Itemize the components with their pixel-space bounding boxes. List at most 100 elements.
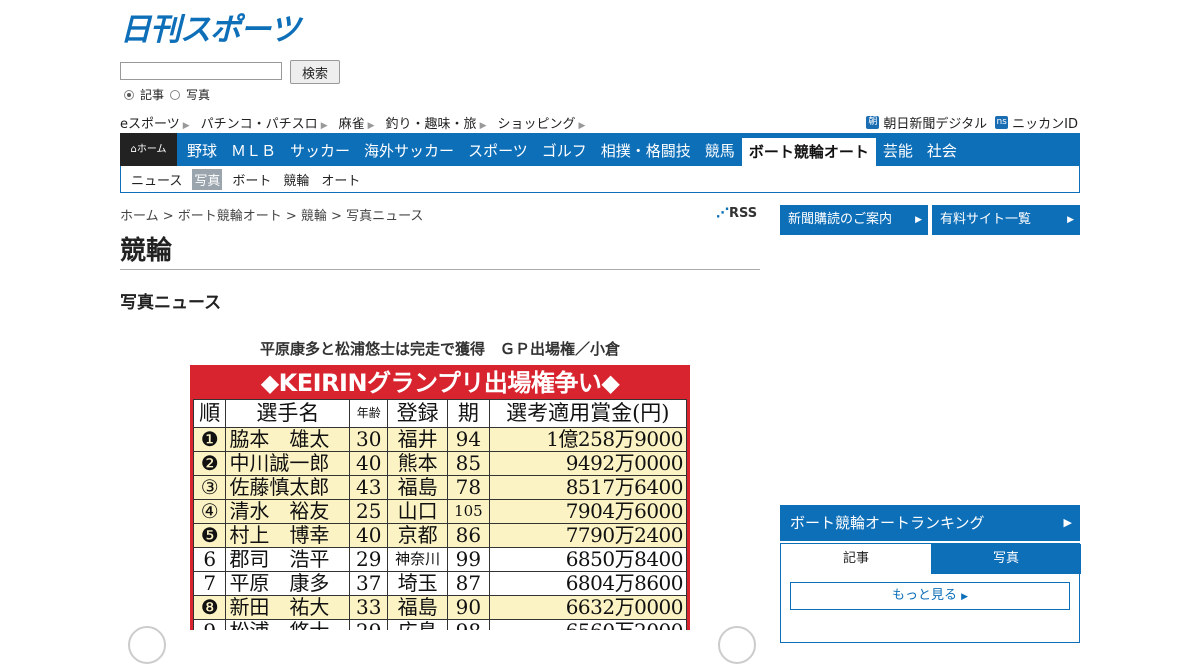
col-age: 年齢: [349, 399, 388, 428]
cell-term: 85: [447, 451, 490, 476]
cell-name: 郡司 浩平: [225, 547, 351, 572]
chevron-right-icon: ▶: [961, 592, 969, 602]
photo-caption: 平原康多と松浦悠士は完走で獲得 ＧＰ出場権／小倉: [259, 340, 620, 358]
cell-pref: 福島: [386, 595, 449, 620]
cell-rank: ❷: [192, 451, 227, 476]
paid-sites-button[interactable]: 有料サイト一覧 ▶: [932, 205, 1080, 235]
chevron-right-icon: ▶: [1067, 215, 1074, 225]
cell-name: 中川誠一郎: [225, 451, 351, 476]
table-row: ❶ 脇本 雄太 30 福井 94 1億258万9000: [192, 427, 688, 452]
radio-article[interactable]: [124, 89, 134, 100]
subnav-keirin[interactable]: 競輪: [281, 169, 311, 190]
toplink-pachinko[interactable]: パチンコ・パチスロ ▶: [201, 113, 328, 132]
nav-soccer[interactable]: サッカー: [283, 133, 357, 166]
asahi-icon: 朝: [866, 116, 880, 129]
divider: [120, 269, 760, 270]
arrow-icon: ▶: [578, 121, 586, 131]
table-row: ❷ 中川誠一郎 40 熊本 85 9492万0000: [192, 451, 688, 476]
cell-pref: 福井: [386, 427, 449, 452]
cell-term: 94: [447, 427, 490, 452]
table-row: ③ 佐藤慎太郎 43 福島 78 8517万6400: [192, 475, 688, 500]
cell-name: 佐藤慎太郎: [225, 475, 351, 500]
subnav-boat[interactable]: ボート: [230, 169, 273, 190]
news-photo[interactable]: ◆KEIRINグランプリ出場権争い◆ 順 選手名 年齢 登録 期 選考適用賞金(…: [190, 365, 690, 630]
subnav-photo[interactable]: 写真: [192, 168, 223, 190]
cell-name: 新田 祐大: [225, 595, 351, 620]
cell-rank: ④: [192, 499, 227, 524]
nav-sumo-fighting[interactable]: 相撲・格闘技: [594, 133, 698, 166]
cell-term: 105: [447, 499, 490, 524]
table-row: ❺ 村上 博幸 40 京都 86 7790万2400: [192, 523, 688, 548]
nav-golf[interactable]: ゴルフ: [535, 133, 594, 166]
section-title: 写真ニュース: [120, 293, 222, 313]
cell-pref: 広島: [386, 619, 449, 630]
cell-age: 43: [349, 475, 388, 500]
cell-prize: 1億258万9000: [488, 427, 688, 452]
table-row: 7 平原 康多 37 埼玉 87 6804万8600: [192, 571, 688, 596]
cell-prize: 9492万0000: [488, 451, 688, 476]
next-photo-button[interactable]: [718, 626, 756, 664]
search-button[interactable]: 検索: [290, 60, 340, 84]
subnav-auto[interactable]: オート: [319, 169, 362, 190]
cell-rank: ③: [192, 475, 227, 500]
search-input[interactable]: [120, 62, 282, 80]
cell-term: 90: [447, 595, 490, 620]
more-button[interactable]: もっと見る ▶: [790, 582, 1070, 610]
search-scope: 記事 写真: [124, 86, 210, 103]
site-logo[interactable]: 日刊スポーツ: [120, 12, 300, 48]
ranking-header[interactable]: ボート競輪オートランキング ▶: [780, 505, 1080, 541]
subscription-button[interactable]: 新聞購読のご案内 ▶: [780, 205, 928, 235]
cell-prize: 6850万8400: [488, 547, 688, 572]
prev-photo-button[interactable]: [128, 626, 166, 664]
cell-age: 29: [349, 619, 388, 630]
col-rank: 順: [192, 399, 227, 428]
nav-home[interactable]: ⌂ホーム: [120, 133, 177, 166]
toplink-shopping[interactable]: ショッピング ▶: [497, 113, 585, 132]
nav-boat-keirin-auto[interactable]: ボート競輪オート: [741, 138, 876, 166]
radio-photo[interactable]: [170, 89, 181, 100]
nav-mlb[interactable]: ＭＬＢ: [224, 133, 283, 166]
tab-articles[interactable]: 記事: [781, 544, 931, 574]
cell-pref: 神奈川: [386, 547, 449, 572]
nav-entertainment[interactable]: 芸能: [876, 133, 920, 166]
arrow-icon: ▶: [367, 121, 375, 131]
cell-pref: 熊本: [386, 451, 449, 476]
cell-pref: 埼玉: [386, 571, 449, 596]
cell-age: 29: [349, 547, 388, 572]
toplink-esports[interactable]: eスポーツ ▶: [120, 113, 190, 132]
nav-world-soccer[interactable]: 海外サッカー: [357, 133, 461, 166]
cell-rank: 6: [192, 547, 227, 572]
cell-pref: 京都: [386, 523, 449, 548]
ranking-box: 記事 写真 もっと見る ▶: [780, 543, 1081, 643]
cell-prize: 6632万0000: [488, 595, 688, 620]
asahi-digital-link[interactable]: 朝日新聞デジタル: [883, 113, 987, 132]
radio-article-label: 記事: [140, 88, 165, 102]
cell-rank: 7: [192, 571, 227, 596]
table-header: 順 選手名 年齢 登録 期 選考適用賞金(円): [192, 399, 688, 428]
nav-horse-racing[interactable]: 競馬: [698, 133, 742, 166]
nav-society[interactable]: 社会: [920, 133, 964, 166]
cell-term: 87: [447, 571, 490, 596]
cell-prize: 6804万8600: [488, 571, 688, 596]
partner-links: 朝 朝日新聞デジタル ns ニッカンID: [858, 113, 1078, 132]
nikkan-id-link[interactable]: ニッカンID: [1012, 113, 1078, 132]
toplink-mahjong[interactable]: 麻雀 ▶: [339, 113, 375, 132]
rss-link[interactable]: ⋰RSS: [716, 206, 757, 221]
tab-photos[interactable]: 写真: [931, 544, 1081, 574]
table-row: ❽ 新田 祐大 33 福島 90 6632万0000: [192, 595, 688, 620]
cell-rank: ❺: [192, 523, 227, 548]
breadcrumb[interactable]: ホーム > ボート競輪オート > 競輪 > 写真ニュース: [120, 205, 423, 224]
toplink-fishing[interactable]: 釣り・趣味・旅 ▶: [386, 113, 487, 132]
nav-sports[interactable]: スポーツ: [461, 133, 535, 166]
cell-prize: 6560万2000: [488, 619, 688, 630]
subnav-news[interactable]: ニュース: [129, 169, 184, 190]
table-row: ④ 清水 裕友 25 山口 105 7904万6000: [192, 499, 688, 524]
cell-name: 平原 康多: [225, 571, 351, 596]
page-title: 競輪: [120, 236, 173, 266]
cell-rank: ❽: [192, 595, 227, 620]
cell-pref: 山口: [386, 499, 449, 524]
cell-rank: ❶: [192, 427, 227, 452]
cell-age: 33: [349, 595, 388, 620]
nav-baseball[interactable]: 野球: [180, 133, 224, 166]
top-links: eスポーツ ▶ パチンコ・パチスロ ▶ 麻雀 ▶ 釣り・趣味・旅 ▶ ショッピング ▶: [120, 113, 596, 132]
